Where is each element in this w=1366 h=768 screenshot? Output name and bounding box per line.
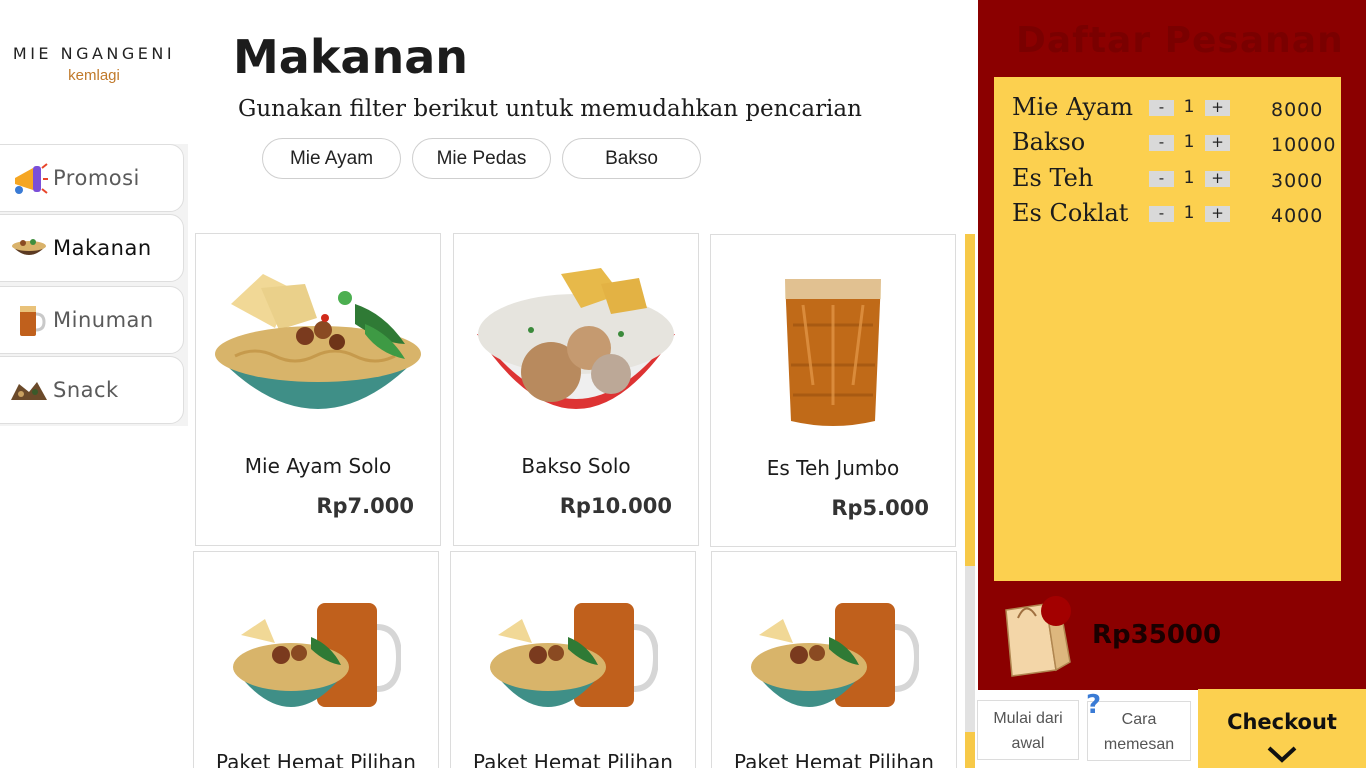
shopping-bag-icon bbox=[1000, 596, 1076, 678]
howto-label-line1: Cara bbox=[1121, 711, 1157, 728]
sidebar-item-promosi[interactable]: Promosi bbox=[0, 144, 184, 212]
filter-bakso-button[interactable]: Bakso bbox=[562, 138, 701, 179]
question-mark-icon: ? bbox=[1086, 690, 1102, 720]
decrease-qty-button[interactable]: - bbox=[1149, 171, 1174, 187]
sidebar-item-label: Minuman bbox=[53, 308, 154, 332]
sidebar-item-makanan[interactable]: Makanan bbox=[0, 214, 184, 282]
combo-meal-image bbox=[451, 592, 695, 732]
page-title: Makanan bbox=[233, 30, 468, 84]
order-item-name: Es Coklat bbox=[1012, 199, 1129, 227]
product-price: Rp7.000 bbox=[316, 494, 414, 518]
how-to-order-button[interactable]: Cara memesan bbox=[1087, 701, 1191, 761]
product-card-es-teh-jumbo[interactable]: Es Teh Jumbo Rp5.000 bbox=[710, 234, 956, 547]
order-item-qty: 1 bbox=[1183, 168, 1195, 188]
order-item-name: Bakso bbox=[1012, 128, 1086, 156]
product-card-paket-hemat-1[interactable]: Paket Hemat Pilihan bbox=[193, 551, 439, 768]
order-item-price: 8000 bbox=[1271, 99, 1324, 121]
decrease-qty-button[interactable]: - bbox=[1149, 206, 1174, 222]
es-teh-image bbox=[711, 255, 955, 445]
product-card-mie-ayam-solo[interactable]: Mie Ayam Solo Rp7.000 bbox=[195, 233, 441, 546]
order-item-price: 3000 bbox=[1271, 170, 1324, 192]
order-title: Daftar Pesanan bbox=[1016, 20, 1344, 61]
sidebar-item-snack[interactable]: Snack bbox=[0, 356, 184, 424]
increase-qty-button[interactable]: + bbox=[1205, 171, 1230, 187]
decrease-qty-button[interactable]: - bbox=[1149, 100, 1174, 116]
order-item-qty: 1 bbox=[1183, 97, 1195, 117]
product-card-paket-hemat-3[interactable]: Paket Hemat Pilihan bbox=[711, 551, 957, 768]
product-name: Paket Hemat Pilihan bbox=[473, 750, 673, 768]
increase-qty-button[interactable]: + bbox=[1205, 206, 1230, 222]
sidebar-item-minuman[interactable]: Minuman bbox=[0, 286, 184, 354]
page-subtitle: Gunakan filter berikut untuk memudahkan … bbox=[238, 96, 862, 122]
filter-mie-pedas-button[interactable]: Mie Pedas bbox=[412, 138, 551, 179]
sidebar-item-label: Makanan bbox=[53, 236, 152, 260]
filter-mie-ayam-button[interactable]: Mie Ayam bbox=[262, 138, 401, 179]
chevron-down-icon bbox=[1267, 746, 1297, 763]
order-item-price: 10000 bbox=[1271, 134, 1337, 156]
product-card-paket-hemat-2[interactable]: Paket Hemat Pilihan bbox=[450, 551, 696, 768]
checkout-button[interactable]: Checkout bbox=[1198, 689, 1366, 768]
order-item-name: Es Teh bbox=[1012, 164, 1094, 192]
product-name: Paket Hemat Pilihan bbox=[734, 750, 934, 768]
order-row: Es Coklat - 1 + 4000 bbox=[1012, 199, 1342, 231]
snack-icon bbox=[9, 370, 49, 410]
combo-meal-image bbox=[712, 592, 956, 732]
sidebar-item-label: Promosi bbox=[53, 166, 140, 190]
mie-ayam-image bbox=[196, 254, 440, 444]
product-price: Rp10.000 bbox=[559, 494, 672, 518]
bakso-image bbox=[454, 254, 698, 444]
order-row: Es Teh - 1 + 3000 bbox=[1012, 164, 1342, 196]
filter-bar: Mie Ayam Mie Pedas Bakso bbox=[262, 138, 701, 179]
product-price: Rp5.000 bbox=[831, 496, 929, 520]
restart-label-line1: Mulai dari bbox=[993, 710, 1063, 727]
order-row: Mie Ayam - 1 + 8000 bbox=[1012, 93, 1342, 125]
increase-qty-button[interactable]: + bbox=[1205, 135, 1230, 151]
scrollbar-thumb[interactable] bbox=[965, 566, 975, 732]
howto-label-line2: memesan bbox=[1103, 736, 1175, 753]
order-total: Rp35000 bbox=[1092, 620, 1222, 650]
app-root: MIE NGANGENI kemlagi Promosi Makanan Min… bbox=[0, 0, 1366, 768]
brand-logo: MIE NGANGENI kemlagi bbox=[0, 44, 188, 84]
iced-tea-icon bbox=[9, 300, 49, 340]
order-list: Mie Ayam - 1 + 8000 Bakso - 1 + 10000 Es… bbox=[994, 77, 1341, 581]
order-item-price: 4000 bbox=[1271, 205, 1324, 227]
brand-name: MIE NGANGENI bbox=[12, 44, 176, 63]
combo-meal-image bbox=[194, 592, 438, 732]
megaphone-icon bbox=[9, 158, 49, 198]
noodle-bowl-icon bbox=[9, 228, 49, 268]
order-row: Bakso - 1 + 10000 bbox=[1012, 128, 1342, 160]
restart-button[interactable]: Mulai dari awal bbox=[977, 700, 1079, 760]
order-item-name: Mie Ayam bbox=[1012, 93, 1134, 121]
brand-subtitle: kemlagi bbox=[68, 67, 120, 84]
increase-qty-button[interactable]: + bbox=[1205, 100, 1230, 116]
product-card-bakso-solo[interactable]: Bakso Solo Rp10.000 bbox=[453, 233, 699, 546]
checkout-label: Checkout bbox=[1227, 710, 1337, 734]
decrease-qty-button[interactable]: - bbox=[1149, 135, 1174, 151]
order-item-qty: 1 bbox=[1183, 132, 1195, 152]
sidebar-item-label: Snack bbox=[53, 378, 119, 402]
category-sidebar: Promosi Makanan Minuman Snack bbox=[0, 144, 188, 426]
product-name: Mie Ayam Solo bbox=[244, 454, 392, 478]
restart-label-line2: awal bbox=[1011, 735, 1045, 752]
order-item-qty: 1 bbox=[1183, 203, 1195, 223]
product-name: Es Teh Jumbo bbox=[766, 456, 900, 480]
product-name: Bakso Solo bbox=[521, 454, 631, 478]
product-name: Paket Hemat Pilihan bbox=[216, 750, 416, 768]
